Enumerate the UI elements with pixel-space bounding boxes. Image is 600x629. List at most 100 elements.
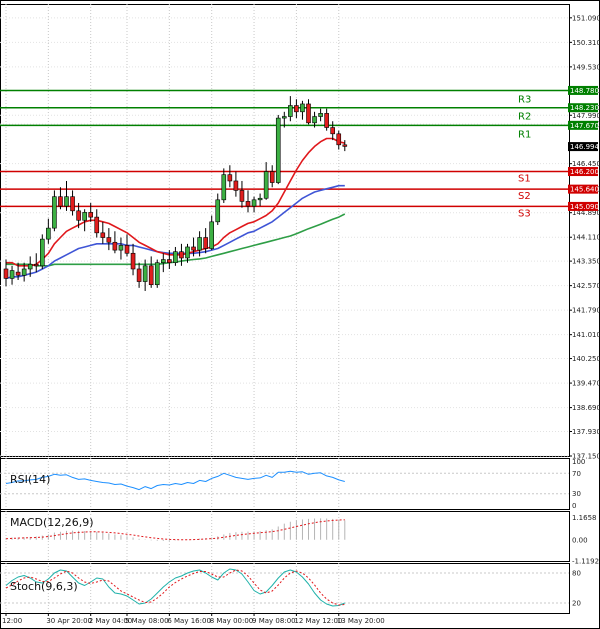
candle-body xyxy=(112,241,118,251)
rsi-label: RSI(14) xyxy=(10,473,50,486)
candle-body xyxy=(342,144,348,147)
candle-body xyxy=(263,171,269,199)
candle-body xyxy=(100,232,106,238)
candle-body xyxy=(76,210,81,221)
candle-body xyxy=(33,263,39,267)
y-tick-label: 147.990 xyxy=(572,112,600,120)
y-tick-label: 146.450 xyxy=(572,160,600,168)
candle-body xyxy=(64,196,69,207)
candle-body xyxy=(15,271,21,276)
level-price-label: 145.090 xyxy=(570,203,599,211)
candle-body xyxy=(161,259,166,263)
level-label-r2: R2 xyxy=(518,112,531,123)
candle-body xyxy=(3,268,9,279)
candle-body xyxy=(324,113,329,128)
y-tick-label: 139.470 xyxy=(572,380,600,388)
rsi-tick-label: 70 xyxy=(572,470,581,478)
candle-body xyxy=(58,196,63,207)
candle-body xyxy=(318,113,323,117)
macd-tick-label: -1.1192 xyxy=(572,558,599,566)
y-tick-label: 143.350 xyxy=(572,258,600,266)
x-tick-label: 6 May 16:00 xyxy=(167,617,211,625)
candle-body xyxy=(209,221,214,249)
candle-body xyxy=(82,212,87,221)
candle-body xyxy=(215,199,221,223)
candle-body xyxy=(185,246,190,259)
candle-body xyxy=(257,197,263,201)
candlestick-chart: 151.090 150.310 149.530 148.780 148.230147.9… xyxy=(0,0,600,629)
y-tick-label: 142.570 xyxy=(572,282,600,290)
level-price-label: 147.670 xyxy=(570,122,599,130)
y-tick-label: 149.530 xyxy=(572,63,600,71)
candle-body xyxy=(94,216,100,234)
candle-body xyxy=(239,190,245,202)
candle-body xyxy=(269,171,275,183)
candle-body xyxy=(294,105,299,113)
candle-body xyxy=(306,103,311,124)
candle-body xyxy=(173,251,178,263)
candle-body xyxy=(9,270,15,279)
x-tick-label: 12 May 12:00 xyxy=(294,617,342,625)
candle-body xyxy=(106,237,112,243)
candle-body xyxy=(197,237,202,251)
candle-body xyxy=(179,251,184,259)
macd-label: MACD(12,26,9) xyxy=(10,516,94,529)
candle-body xyxy=(167,259,172,263)
level-label-s3: S3 xyxy=(518,208,531,219)
candle-body xyxy=(251,199,257,207)
rsi-tick-label: 0 xyxy=(572,502,576,510)
candle-body xyxy=(118,245,124,251)
y-tick-label: 150.310 xyxy=(572,39,600,47)
level-price-label: 145.640 xyxy=(570,186,599,194)
candle-body xyxy=(281,116,287,119)
candle-body xyxy=(148,265,154,285)
candle-body xyxy=(142,265,148,282)
candle-body xyxy=(227,174,233,182)
y-tick-label: 138.690 xyxy=(572,404,600,412)
level-label-r1: R1 xyxy=(518,129,531,140)
current-price-label: 146.994 xyxy=(570,143,599,151)
chart-root: 151.090 150.310 149.530 148.780 148.230147.9… xyxy=(0,0,600,629)
candle-body xyxy=(136,268,142,282)
y-tick-label: 141.790 xyxy=(572,307,600,315)
y-tick-label: 141.010 xyxy=(572,331,600,339)
candle-body xyxy=(70,196,75,212)
level-label-s1: S1 xyxy=(518,174,531,185)
candle-body xyxy=(275,117,281,183)
level-price-label: 148.780 xyxy=(570,87,599,95)
candle-body xyxy=(221,174,227,201)
level-price-label: 146.200 xyxy=(570,168,599,176)
candle-body xyxy=(245,201,251,207)
candle-body xyxy=(130,252,136,270)
level-price-label: 148.230 xyxy=(570,104,599,112)
candle-body xyxy=(88,212,93,218)
candle-body xyxy=(233,180,239,191)
x-tick-label: 8 May 00:00 xyxy=(210,617,254,625)
stoch-tick-label: 20 xyxy=(572,600,581,608)
x-tick-label: 5 May 08:00 xyxy=(125,617,169,625)
level-label-s2: S2 xyxy=(518,191,531,202)
macd-tick-label: 1.1658 xyxy=(572,514,597,522)
y-tick-label: 140.250 xyxy=(572,355,600,363)
x-tick-label: 30 Apr 20:00 xyxy=(46,617,92,625)
candle-body xyxy=(336,133,342,146)
candle-body xyxy=(46,227,51,240)
y-tick-label: 151.090 xyxy=(572,14,600,22)
candle-body xyxy=(39,238,45,267)
y-tick-label: 144.110 xyxy=(572,234,600,242)
level-label-r3: R3 xyxy=(518,94,531,105)
candle-body xyxy=(124,245,130,254)
candle-body xyxy=(21,268,27,276)
candle-body xyxy=(154,262,160,285)
candle-body xyxy=(288,105,293,117)
rsi-tick-label: 30 xyxy=(572,490,581,498)
macd-tick-label: 0.00 xyxy=(572,536,588,544)
candle-body xyxy=(203,237,208,249)
candle-body xyxy=(27,263,33,270)
candle-body xyxy=(312,116,317,124)
x-tick-label: 13 May 20:00 xyxy=(337,617,385,625)
candle-body xyxy=(300,103,305,113)
stoch-tick-label: 80 xyxy=(572,570,581,578)
x-tick-label: 12:00 xyxy=(2,617,22,625)
candle-body xyxy=(52,196,57,229)
